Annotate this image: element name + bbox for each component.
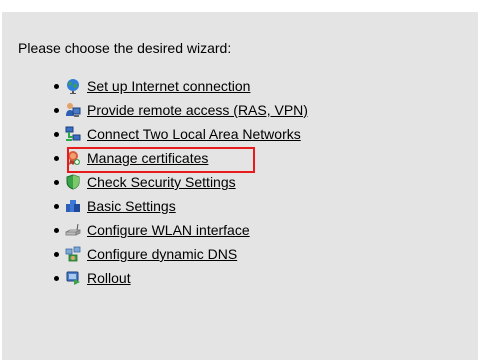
wlan-icon [65, 222, 81, 238]
bullet [54, 155, 59, 161]
bullet [54, 227, 59, 233]
wizard-link-remote-access[interactable]: Provide remote access (RAS, VPN) [87, 102, 308, 118]
wizard-link-rollout[interactable]: Rollout [87, 270, 131, 286]
wizard-link-certificates[interactable]: Manage certificates [87, 150, 208, 166]
wizard-list: Set up Internet connection Provide remot… [54, 74, 308, 290]
shield-icon [65, 174, 81, 190]
wizard-item-security: Check Security Settings [54, 170, 308, 194]
bullet [54, 179, 59, 185]
wizard-link-internet[interactable]: Set up Internet connection [87, 78, 250, 94]
wizard-item-dns: Configure dynamic DNS [54, 242, 308, 266]
dns-icon [65, 246, 81, 262]
wizard-link-dns[interactable]: Configure dynamic DNS [87, 246, 237, 262]
bullet [54, 131, 59, 137]
wizard-item-remote-access: Provide remote access (RAS, VPN) [54, 98, 308, 122]
bullet [54, 107, 59, 113]
globe-icon [65, 78, 81, 94]
bullet [54, 203, 59, 209]
wizard-item-internet: Set up Internet connection [54, 74, 308, 98]
certificate-icon [65, 150, 81, 166]
rollout-icon [65, 270, 81, 286]
bullet [54, 275, 59, 281]
wizard-item-rollout: Rollout [54, 266, 308, 290]
wizard-item-certificates: Manage certificates [54, 146, 308, 170]
wizard-item-basic-settings: Basic Settings [54, 194, 308, 218]
network-icon [65, 126, 81, 142]
bullet [54, 251, 59, 257]
wizard-link-wlan[interactable]: Configure WLAN interface [87, 222, 250, 238]
wizard-item-connect-lans: Connect Two Local Area Networks [54, 122, 308, 146]
wizard-panel: Please choose the desired wizard: Set up… [2, 12, 478, 360]
remote-access-icon [65, 102, 81, 118]
wizard-link-connect-lans[interactable]: Connect Two Local Area Networks [87, 126, 301, 142]
wizard-link-basic-settings[interactable]: Basic Settings [87, 198, 176, 214]
basic-settings-icon [65, 198, 81, 214]
bullet [54, 83, 59, 89]
wizard-prompt: Please choose the desired wizard: [18, 40, 232, 56]
wizard-item-wlan: Configure WLAN interface [54, 218, 308, 242]
wizard-link-security[interactable]: Check Security Settings [87, 174, 236, 190]
